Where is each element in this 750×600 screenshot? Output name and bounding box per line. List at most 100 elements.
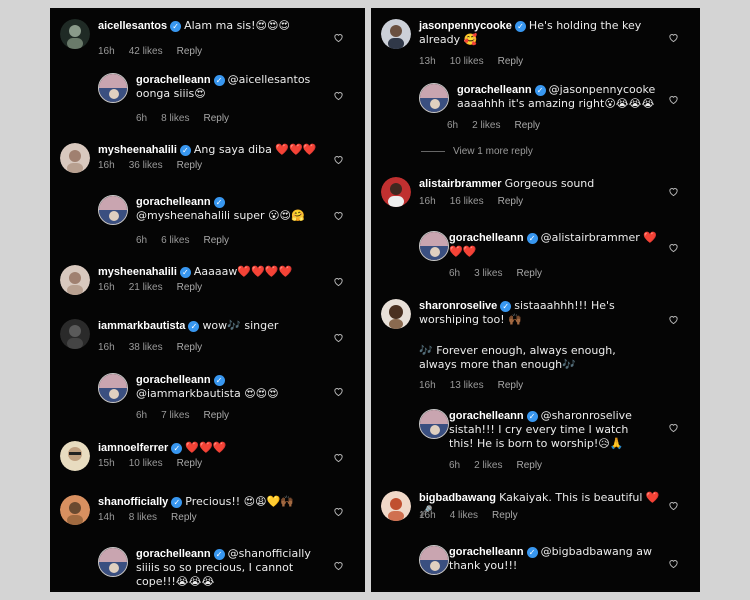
- verified-badge-icon: ✓: [213, 549, 225, 560]
- username[interactable]: shanofficially: [98, 496, 168, 508]
- avatar[interactable]: [419, 409, 449, 439]
- timestamp: 13h: [419, 56, 436, 67]
- avatar[interactable]: [60, 441, 90, 471]
- reply-button[interactable]: Reply: [203, 113, 229, 124]
- like-count[interactable]: 38 likes: [129, 342, 163, 353]
- username[interactable]: bigbadbawang: [419, 492, 496, 504]
- avatar[interactable]: [98, 373, 128, 403]
- reply-button[interactable]: Reply: [171, 512, 197, 523]
- reply-button[interactable]: Reply: [498, 196, 524, 207]
- like-heart-icon[interactable]: [333, 90, 345, 102]
- like-count[interactable]: 7 likes: [161, 410, 189, 421]
- reply-button[interactable]: Reply: [177, 458, 203, 469]
- comment-meta: 14h 8 likes Reply: [98, 512, 211, 523]
- username[interactable]: gorachelleann: [457, 84, 532, 96]
- like-heart-icon[interactable]: [333, 332, 345, 344]
- username[interactable]: gorachelleann: [449, 410, 524, 422]
- like-count[interactable]: 13 likes: [450, 380, 484, 391]
- like-count[interactable]: 8 likes: [161, 113, 189, 124]
- reply-button[interactable]: Reply: [203, 235, 229, 246]
- like-count[interactable]: 4 likes: [450, 510, 478, 521]
- reply-button[interactable]: Reply: [514, 120, 540, 131]
- divider: [421, 150, 445, 152]
- avatar[interactable]: [60, 265, 90, 295]
- like-heart-icon[interactable]: [668, 422, 680, 434]
- reply-button[interactable]: Reply: [516, 268, 542, 279]
- reply-button[interactable]: Reply: [177, 46, 203, 57]
- like-heart-icon[interactable]: [333, 210, 345, 222]
- comments-panel-left: aicellesantos ✓ Alam ma sis!😍😍😍 16h 42 like…: [50, 8, 365, 592]
- like-heart-icon[interactable]: [668, 186, 680, 198]
- reply-button[interactable]: Reply: [516, 460, 542, 471]
- avatar[interactable]: [60, 319, 90, 349]
- reply-button[interactable]: Reply: [498, 56, 524, 67]
- verified-badge-icon: ✓: [526, 411, 538, 422]
- like-heart-icon[interactable]: [333, 154, 345, 166]
- like-heart-icon[interactable]: [668, 314, 680, 326]
- like-heart-icon[interactable]: [333, 506, 345, 518]
- username[interactable]: gorachelleann: [136, 374, 211, 386]
- username[interactable]: iammarkbautista: [98, 320, 185, 332]
- avatar[interactable]: [381, 491, 411, 521]
- username[interactable]: aicellesantos: [98, 20, 167, 32]
- like-count[interactable]: 36 likes: [129, 160, 163, 171]
- avatar[interactable]: [381, 177, 411, 207]
- avatar[interactable]: [419, 83, 449, 113]
- avatar[interactable]: [60, 143, 90, 173]
- reply-comment: gorachelleann ✓ @bigbadbawang aw thank you…: [371, 542, 700, 590]
- username[interactable]: gorachelleann: [136, 196, 211, 208]
- like-count[interactable]: 8 likes: [129, 512, 157, 523]
- reply-button[interactable]: Reply: [177, 342, 203, 353]
- avatar[interactable]: [98, 195, 128, 225]
- like-heart-icon[interactable]: [333, 452, 345, 464]
- avatar[interactable]: [381, 19, 411, 49]
- username[interactable]: gorachelleann: [449, 232, 524, 244]
- like-count[interactable]: 16 likes: [450, 196, 484, 207]
- verified-badge-icon: ✓: [514, 21, 526, 32]
- like-count[interactable]: 42 likes: [129, 46, 163, 57]
- username[interactable]: gorachelleann: [449, 546, 524, 558]
- like-count[interactable]: 2 likes: [474, 460, 502, 471]
- username[interactable]: gorachelleann: [136, 548, 211, 560]
- reply-button[interactable]: Reply: [498, 380, 524, 391]
- like-heart-icon[interactable]: [333, 276, 345, 288]
- like-count[interactable]: 2 likes: [472, 120, 500, 131]
- avatar[interactable]: [98, 73, 128, 103]
- like-heart-icon[interactable]: [333, 560, 345, 572]
- verified-badge-icon: ✓: [526, 547, 538, 558]
- like-count[interactable]: 10 likes: [129, 458, 163, 469]
- like-count[interactable]: 10 likes: [450, 56, 484, 67]
- username[interactable]: iamnoelferrer: [98, 442, 168, 454]
- username[interactable]: alistairbrammer: [419, 178, 502, 190]
- comment-meta: 15h 10 likes Reply: [98, 458, 216, 469]
- reply-comment: gorachelleann ✓ @sharonroselive sistah!!! …: [371, 406, 700, 478]
- like-heart-icon[interactable]: [333, 386, 345, 398]
- username[interactable]: mysheenahalili: [98, 266, 177, 278]
- avatar[interactable]: [60, 19, 90, 49]
- comment-text-continued: 🎶 Forever enough, always enough, always …: [419, 344, 616, 371]
- avatar[interactable]: [60, 495, 90, 525]
- like-count[interactable]: 21 likes: [129, 282, 163, 293]
- avatar[interactable]: [98, 547, 128, 577]
- view-more-replies-button[interactable]: View 1 more reply: [421, 146, 533, 157]
- username[interactable]: gorachelleann: [136, 74, 211, 86]
- username[interactable]: mysheenahalili: [98, 144, 177, 156]
- username[interactable]: sharonroselive: [419, 300, 497, 312]
- reply-button[interactable]: Reply: [177, 160, 203, 171]
- reply-button[interactable]: Reply: [492, 510, 518, 521]
- comment-meta: 6h 2 likes Reply: [447, 120, 554, 131]
- like-heart-icon[interactable]: [333, 32, 345, 44]
- like-heart-icon[interactable]: [668, 500, 680, 512]
- reply-button[interactable]: Reply: [177, 282, 203, 293]
- reply-button[interactable]: Reply: [203, 410, 229, 421]
- like-count[interactable]: 3 likes: [474, 268, 502, 279]
- like-heart-icon[interactable]: [668, 32, 680, 44]
- like-heart-icon[interactable]: [668, 242, 680, 254]
- avatar[interactable]: [419, 545, 449, 575]
- avatar[interactable]: [419, 231, 449, 261]
- like-heart-icon[interactable]: [668, 558, 680, 570]
- avatar[interactable]: [381, 299, 411, 329]
- username[interactable]: jasonpennycooke: [419, 20, 512, 32]
- like-heart-icon[interactable]: [668, 94, 680, 106]
- like-count[interactable]: 6 likes: [161, 235, 189, 246]
